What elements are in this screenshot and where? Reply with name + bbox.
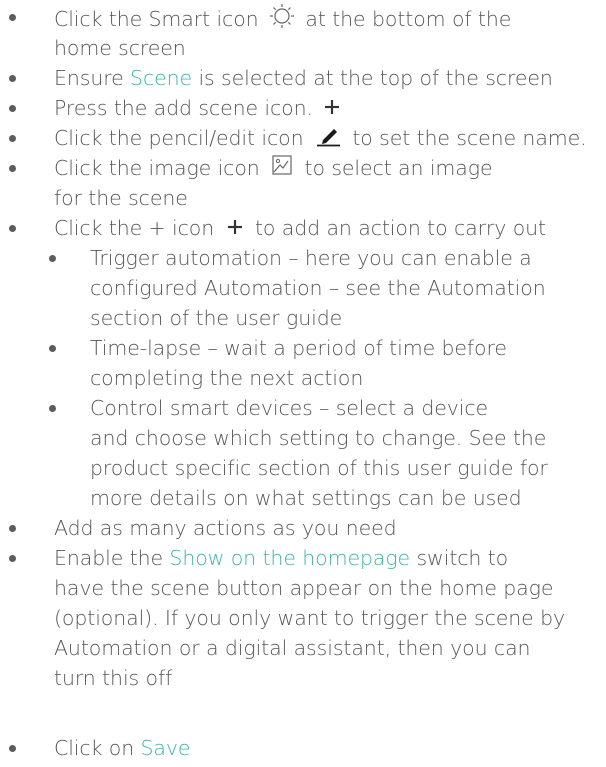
step-text: Click the pencil/edit icon bbox=[54, 126, 304, 150]
show-on-homepage-label: Show on the homepage bbox=[169, 546, 411, 570]
substep-text: Control smart devices – select a device bbox=[90, 396, 489, 420]
step-text: Automation or a digital assistant, then … bbox=[54, 636, 531, 660]
substep-text: completing the next action bbox=[90, 366, 364, 390]
bullet bbox=[9, 105, 16, 112]
step-text: Ensure bbox=[54, 66, 131, 90]
step-text: to set the scene name. bbox=[352, 126, 587, 150]
step-text: is selected at the top of the screen bbox=[192, 66, 553, 90]
bullet bbox=[9, 225, 16, 232]
bullet bbox=[9, 525, 16, 532]
step-text: Press the add scene icon. bbox=[54, 96, 313, 120]
step-text: Enable the bbox=[54, 546, 170, 570]
substep-text: Trigger automation – here you can enable… bbox=[90, 246, 532, 270]
save-label: Save bbox=[140, 736, 191, 760]
step-text: Click the + icon bbox=[54, 216, 215, 240]
substep-text: Time-lapse – wait a period of time befor… bbox=[90, 336, 507, 360]
step-text: Click on bbox=[54, 736, 141, 760]
step-text: home screen bbox=[54, 36, 186, 60]
instructions-list: Click the Smart icon at the bottom of th… bbox=[0, 0, 606, 767]
smart-sun-icon bbox=[269, 3, 295, 37]
pencil-icon bbox=[314, 123, 342, 155]
bullet bbox=[9, 14, 16, 21]
step-text: have the scene button appear on the home… bbox=[54, 576, 554, 600]
scene-label: Scene bbox=[130, 66, 193, 90]
bullet bbox=[9, 135, 16, 142]
step-text: turn this off bbox=[54, 666, 173, 690]
step-text: for the scene bbox=[54, 186, 188, 210]
substep-text: and choose which setting to change. See … bbox=[90, 426, 547, 450]
substep-text: more details on what settings can be use… bbox=[90, 486, 522, 510]
step-text: Click the Smart icon bbox=[54, 7, 259, 31]
step-text: to select an image bbox=[304, 156, 493, 180]
substep-text: product specific section of this user gu… bbox=[90, 456, 548, 480]
bullet bbox=[9, 555, 16, 562]
bullet bbox=[49, 255, 56, 262]
bullet bbox=[9, 165, 16, 172]
step-text: (optional). If you only want to trigger … bbox=[54, 606, 566, 630]
substep-text: configured Automation – see the Automati… bbox=[90, 276, 546, 300]
step-text: to add an action to carry out bbox=[254, 216, 546, 240]
plus-icon bbox=[226, 214, 244, 244]
image-icon bbox=[271, 154, 293, 184]
plus-icon bbox=[323, 94, 341, 124]
step-text: at the bottom of the bbox=[305, 7, 512, 31]
step-text: switch to bbox=[410, 546, 509, 570]
bullet bbox=[9, 745, 16, 752]
step-text: Click the image icon bbox=[54, 156, 260, 180]
substep-text: section of the user guide bbox=[90, 306, 343, 330]
bullet bbox=[49, 345, 56, 352]
step-text: Add as many actions as you need bbox=[54, 516, 397, 540]
bullet bbox=[49, 405, 56, 412]
bullet bbox=[9, 75, 16, 82]
